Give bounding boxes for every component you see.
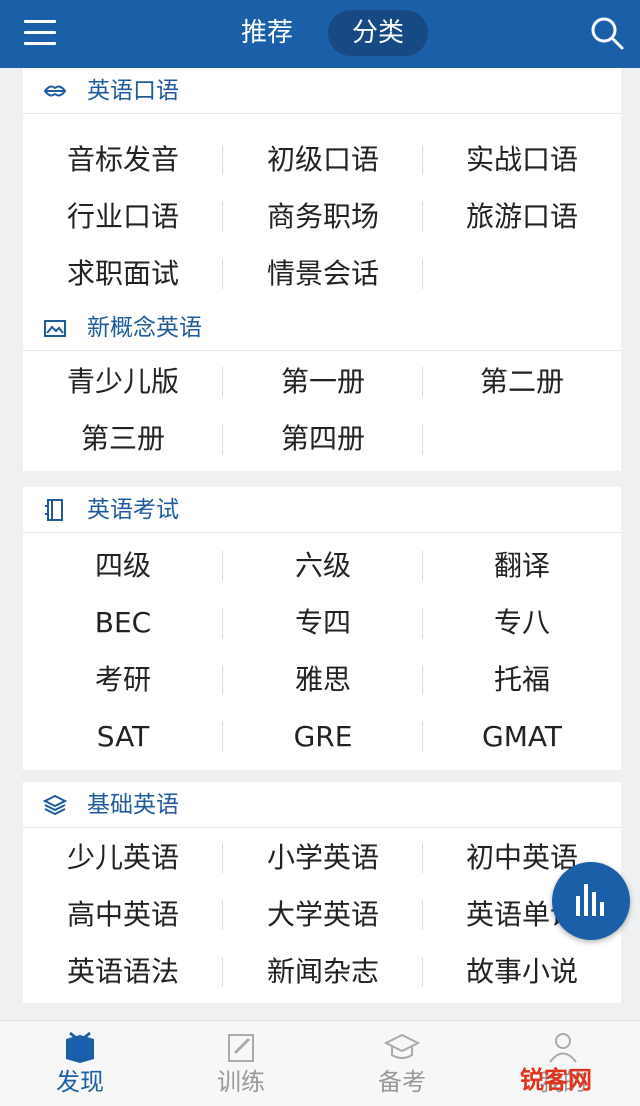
category-item[interactable]: 青少儿版 <box>23 353 223 410</box>
category-item[interactable]: 专八 <box>423 594 621 651</box>
graduation-cap-icon <box>384 1033 420 1059</box>
bar-chart-icon <box>576 884 604 916</box>
section-card-exams: 英语考试 四级 六级 翻译 BEC 专四 专八 考研 雅思 托福 SAT GRE… <box>23 487 621 770</box>
empty-cell <box>423 410 621 467</box>
section-title: 新概念英语 <box>87 315 202 341</box>
category-item[interactable]: 初级口语 <box>223 131 423 188</box>
category-item[interactable]: GMAT <box>423 708 621 765</box>
section-header: 英语考试 <box>23 487 621 533</box>
picture-icon <box>44 320 66 337</box>
nav-label: 备考 <box>378 1068 426 1096</box>
nav-label: 发现 <box>56 1068 104 1096</box>
section-title: 英语考试 <box>87 497 179 523</box>
nav-exam-prep[interactable]: 备考 <box>342 1021 462 1106</box>
section-header: 新概念英语 <box>23 305 621 351</box>
category-item[interactable]: BEC <box>23 594 223 651</box>
category-item[interactable]: 六级 <box>223 537 423 594</box>
discover-icon <box>66 1031 94 1063</box>
tab-category[interactable]: 分类 <box>328 10 428 56</box>
lips-icon <box>43 85 67 97</box>
category-item[interactable]: 高中英语 <box>23 886 223 943</box>
category-item[interactable]: SAT <box>23 708 223 765</box>
layers-icon <box>43 794 67 816</box>
category-item[interactable]: 大学英语 <box>223 886 423 943</box>
category-item[interactable]: 第一册 <box>223 353 423 410</box>
search-icon[interactable] <box>590 16 624 50</box>
category-item[interactable]: 第三册 <box>23 410 223 467</box>
category-item[interactable]: 小学英语 <box>223 829 423 886</box>
category-item[interactable]: 音标发音 <box>23 131 223 188</box>
category-item[interactable]: 实战口语 <box>423 131 621 188</box>
nav-discover[interactable]: 发现 <box>20 1021 140 1106</box>
section-card-basic: 基础英语 少儿英语 小学英语 初中英语 高中英语 大学英语 英语单词 英语语法 … <box>23 782 621 1003</box>
category-item[interactable]: 英语语法 <box>23 943 223 1000</box>
section-title: 基础英语 <box>87 792 179 818</box>
category-item[interactable]: 情景会话 <box>223 245 423 302</box>
section-header: 英语口语 <box>23 68 621 114</box>
category-item[interactable]: 第二册 <box>423 353 621 410</box>
category-item[interactable]: 翻译 <box>423 537 621 594</box>
watermark: 锐客网 <box>520 1066 592 1094</box>
section-title: 英语口语 <box>87 78 179 104</box>
category-item[interactable]: 雅思 <box>223 651 423 708</box>
book-icon <box>45 499 63 521</box>
section-card-new-concept: 新概念英语 青少儿版 第一册 第二册 第三册 第四册 <box>23 305 621 471</box>
edit-icon <box>228 1034 254 1062</box>
category-item[interactable]: 旅游口语 <box>423 188 621 245</box>
stats-fab-button[interactable] <box>552 862 630 940</box>
category-item[interactable]: 故事小说 <box>423 943 621 1000</box>
category-item[interactable]: 考研 <box>23 651 223 708</box>
category-item[interactable]: 托福 <box>423 651 621 708</box>
tab-recommend[interactable]: 推荐 <box>222 10 312 56</box>
top-bar: 推荐 分类 <box>0 0 640 68</box>
category-item[interactable]: 新闻杂志 <box>223 943 423 1000</box>
category-item[interactable]: 少儿英语 <box>23 829 223 886</box>
section-card-spoken: 英语口语 音标发音 初级口语 实战口语 行业口语 商务职场 旅游口语 求职面试 … <box>23 68 621 307</box>
section-header: 基础英语 <box>23 782 621 828</box>
category-item[interactable]: 行业口语 <box>23 188 223 245</box>
category-item[interactable]: GRE <box>223 708 423 765</box>
category-item[interactable]: 专四 <box>223 594 423 651</box>
menu-icon[interactable] <box>24 20 56 46</box>
category-item[interactable]: 第四册 <box>223 410 423 467</box>
nav-label: 训练 <box>217 1068 265 1096</box>
category-item[interactable]: 求职面试 <box>23 245 223 302</box>
empty-cell <box>423 245 621 302</box>
category-item[interactable]: 商务职场 <box>223 188 423 245</box>
nav-training[interactable]: 训练 <box>181 1021 301 1106</box>
category-item[interactable]: 四级 <box>23 537 223 594</box>
